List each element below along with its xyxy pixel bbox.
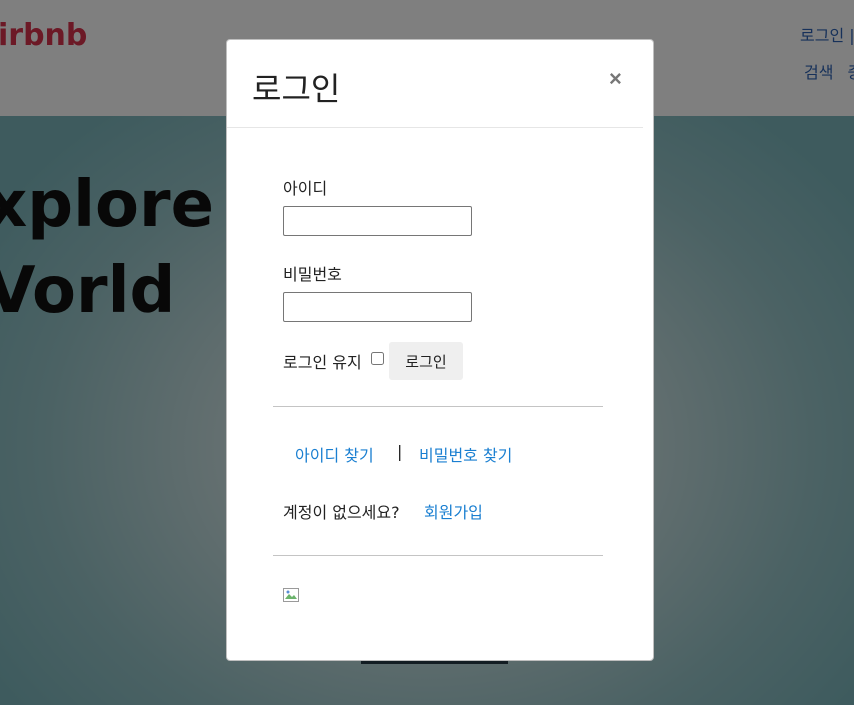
find-password-link[interactable]: 비밀번호 찾기 xyxy=(419,442,512,466)
login-modal: 로그인 × 아이디 비밀번호 로그인 유지 로그인 아이디 찾기 | 비밀번호 … xyxy=(226,39,654,661)
divider-bottom xyxy=(273,555,603,556)
password-input[interactable] xyxy=(283,292,472,322)
password-label: 비밀번호 xyxy=(283,265,342,284)
id-input[interactable] xyxy=(283,206,472,236)
no-account-text: 계정이 없으세요? xyxy=(283,503,400,522)
id-label: 아이디 xyxy=(283,179,328,198)
modal-title: 로그인 xyxy=(252,70,341,108)
close-button[interactable]: × xyxy=(609,68,622,90)
broken-image-icon xyxy=(283,588,299,602)
link-separator: | xyxy=(397,442,403,461)
modal-header: 로그인 xyxy=(227,40,643,128)
remember-checkbox[interactable] xyxy=(371,352,384,365)
find-id-link[interactable]: 아이디 찾기 xyxy=(295,442,374,466)
login-button[interactable]: 로그인 xyxy=(389,342,463,380)
divider-top xyxy=(273,406,603,407)
signup-link[interactable]: 회원가입 xyxy=(424,499,483,523)
remember-label: 로그인 유지 xyxy=(283,353,362,372)
